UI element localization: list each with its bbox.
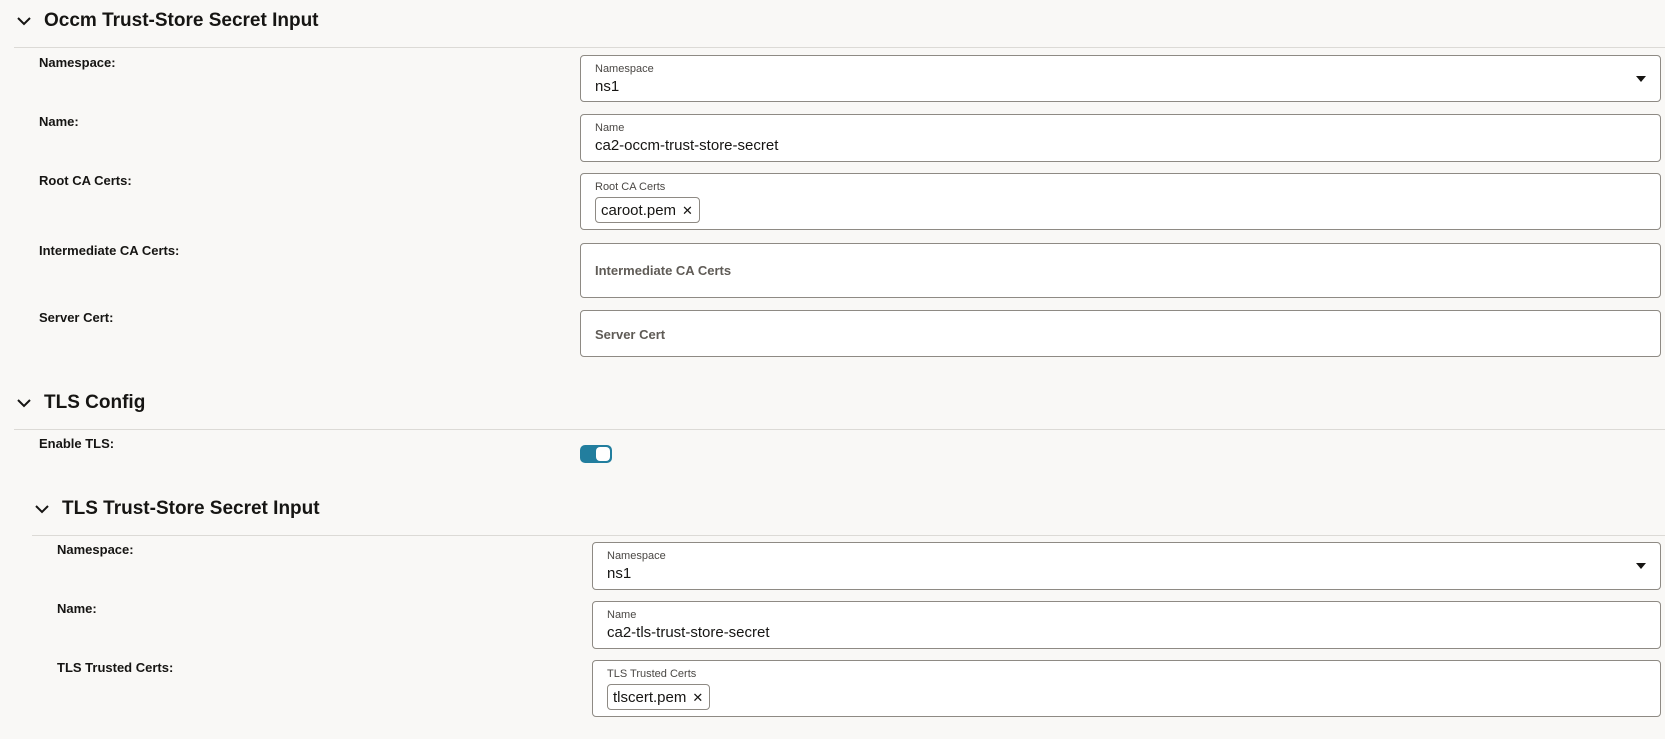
tls-config-section-divider: [14, 429, 1665, 430]
tls-trusted-certs-chip: tlscert.pem ✕: [607, 684, 711, 710]
occm-name-field-label: Name: [595, 122, 625, 134]
tls-trusted-certs-input[interactable]: TLS Trusted Certs tlscert.pem ✕: [592, 660, 1661, 717]
occm-namespace-value: ns1: [595, 78, 620, 95]
occm-name-input[interactable]: Name ca2-occm-trust-store-secret: [580, 114, 1661, 162]
tls-name-field-label: Name: [607, 609, 637, 621]
occm-name-label: Name:: [39, 114, 79, 129]
occm-root-ca-label: Root CA Certs:: [39, 173, 132, 188]
chevron-down-icon[interactable]: [14, 11, 34, 31]
chip-label: caroot.pem: [601, 201, 677, 219]
occm-server-cert-label: Server Cert:: [39, 310, 114, 325]
chevron-down-icon[interactable]: [32, 499, 52, 519]
occm-server-cert-input[interactable]: Server Cert: [580, 310, 1661, 357]
enable-tls-toggle[interactable]: [580, 445, 612, 463]
occm-intermediate-ca-placeholder: Intermediate CA Certs: [595, 263, 732, 278]
tls-name-input[interactable]: Name ca2-tls-trust-store-secret: [592, 601, 1661, 649]
tls-trust-store-section-title: TLS Trust-Store Secret Input: [62, 498, 320, 519]
close-icon[interactable]: ✕: [682, 204, 693, 217]
occm-root-ca-chip: caroot.pem ✕: [595, 197, 700, 223]
tls-name-label: Name:: [57, 601, 97, 616]
tls-namespace-value: ns1: [607, 565, 632, 582]
enable-tls-label: Enable TLS:: [39, 436, 115, 451]
caret-down-icon[interactable]: [1636, 75, 1646, 83]
occm-namespace-label: Namespace:: [39, 55, 116, 70]
tls-trust-store-section-header[interactable]: TLS Trust-Store Secret Input: [32, 495, 320, 523]
occm-section-title: Occm Trust-Store Secret Input: [44, 10, 319, 31]
occm-section-divider: [14, 47, 1665, 48]
tls-namespace-label: Namespace:: [57, 542, 134, 557]
occm-name-value: ca2-occm-trust-store-secret: [595, 137, 779, 154]
occm-namespace-select[interactable]: Namespace ns1: [580, 55, 1661, 102]
tls-config-section-header[interactable]: TLS Config: [14, 389, 145, 417]
caret-down-icon[interactable]: [1636, 562, 1646, 570]
occm-section-header[interactable]: Occm Trust-Store Secret Input: [14, 7, 319, 35]
chip-label: tlscert.pem: [613, 688, 687, 706]
toggle-knob: [596, 447, 610, 461]
tls-trust-store-section-divider: [32, 535, 1665, 536]
occm-intermediate-ca-input[interactable]: Intermediate CA Certs: [580, 243, 1661, 298]
occm-intermediate-ca-label: Intermediate CA Certs:: [39, 243, 180, 258]
tls-trusted-certs-label: TLS Trusted Certs:: [57, 660, 174, 675]
occm-root-ca-input[interactable]: Root CA Certs caroot.pem ✕: [580, 173, 1661, 230]
occm-namespace-field-label: Namespace: [595, 63, 654, 75]
tls-config-section-title: TLS Config: [44, 392, 146, 413]
close-icon[interactable]: ✕: [692, 691, 703, 704]
occm-server-cert-placeholder: Server Cert: [595, 327, 666, 342]
tls-namespace-field-label: Namespace: [607, 550, 666, 562]
tls-trusted-certs-field-label: TLS Trusted Certs: [607, 668, 697, 680]
tls-namespace-select[interactable]: Namespace ns1: [592, 542, 1661, 590]
tls-name-value: ca2-tls-trust-store-secret: [607, 624, 770, 641]
chevron-down-icon[interactable]: [14, 393, 34, 413]
occm-root-ca-field-label: Root CA Certs: [595, 181, 666, 193]
